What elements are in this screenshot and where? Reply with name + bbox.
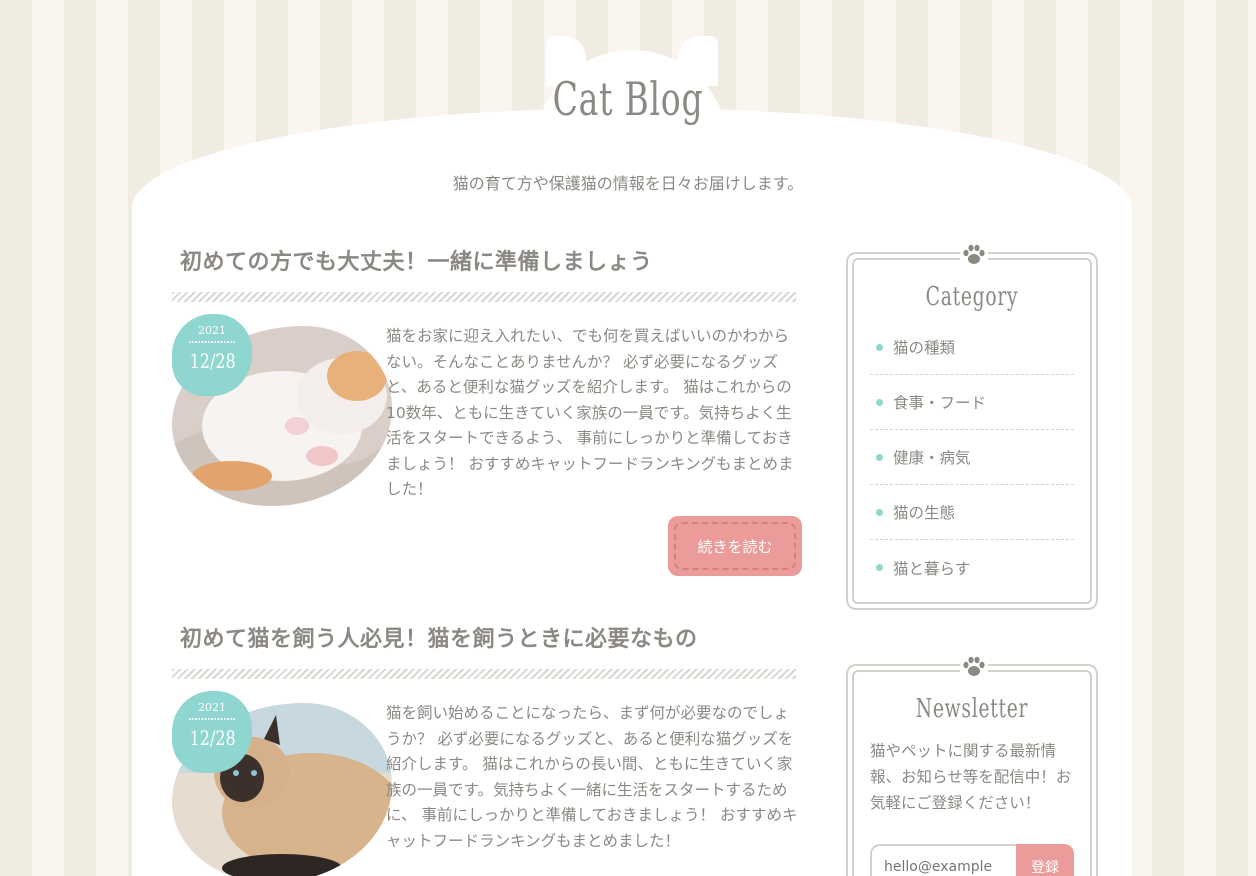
email-field[interactable] <box>870 844 1016 876</box>
category-label: 健康・病気 <box>893 449 971 467</box>
subscribe-button[interactable]: 登録 <box>1016 844 1074 876</box>
title-stripe-divider <box>172 292 796 302</box>
bullet-dot-icon <box>876 398 883 406</box>
bullet-dot-icon <box>876 564 883 571</box>
category-widget: Category 猫の種類 食事・フード 健康・病気 猫の生態 猫と暮らす <box>846 242 1098 610</box>
category-label: 猫の種類 <box>893 339 956 357</box>
newsletter-text: 猫やペットに関する最新情報、お知らせ等を配信中！お気軽にご登録ください！ <box>870 742 1072 812</box>
post-card: 初めて猫を飼う人必見！猫を飼うときに必要なもの 2021 12/28 猫を飼い始… <box>172 621 802 876</box>
read-more-button[interactable]: 続きを読む <box>668 516 802 576</box>
site-title[interactable]: Cat Blog <box>176 72 1080 126</box>
post-excerpt-text: 猫を飼い始めることになったら、まず何が必要なのでしょうか？ 必ず必要になるグッズ… <box>386 704 798 850</box>
category-item[interactable]: 食事・フード <box>870 375 1074 430</box>
bullet-dot-icon <box>876 343 883 351</box>
post-excerpt-text: 猫をお家に迎え入れたい、でも何を買えばいいのかわからない。そんなことありませんか… <box>386 327 794 498</box>
category-label: 猫の生態 <box>893 504 956 522</box>
site-tagline: 猫の育て方や保護猫の情報を日々お届けします。 <box>452 174 804 193</box>
category-title: Category <box>925 282 1019 312</box>
post-title[interactable]: 初めて猫を飼う人必見！猫を飼うときに必要なもの <box>172 621 802 653</box>
newsletter-widget-inner: Newsletter 猫やペットに関する最新情報、お知らせ等を配信中！お気軽にご… <box>852 670 1092 876</box>
category-list: 猫の種類 食事・フード 健康・病気 猫の生態 猫と暮らす <box>870 320 1074 595</box>
post-excerpt: 猫を飼い始めることになったら、まず何が必要なのでしょうか？ 必ず必要になるグッズ… <box>386 701 798 854</box>
post-date-day: 12/28 <box>189 341 236 373</box>
category-item[interactable]: 猫の生態 <box>870 485 1074 540</box>
category-item[interactable]: 猫と暮らす <box>870 540 1074 595</box>
newsletter-widget: Newsletter 猫やペットに関する最新情報、お知らせ等を配信中！お気軽にご… <box>846 654 1098 876</box>
category-label: 猫と暮らす <box>893 559 971 578</box>
newsletter-title: Newsletter <box>915 694 1029 724</box>
title-stripe-divider <box>172 669 796 679</box>
paw-icon <box>960 654 988 678</box>
post-body: 2021 12/28 猫を飼い始めることになったら、まず何が必要なのでしょうか？… <box>172 691 802 876</box>
post-body: 2021 12/28 猫をお家に迎え入れたい、でも何を買えばいいのかわからない。… <box>172 314 802 576</box>
newsletter-form: 登録 <box>870 844 1074 876</box>
category-widget-inner: Category 猫の種類 食事・フード 健康・病気 猫の生態 猫と暮らす <box>852 258 1092 604</box>
post-title[interactable]: 初めての方でも大丈夫！一緒に準備しましょう <box>172 244 802 276</box>
post-date-year: 2021 <box>198 701 226 714</box>
bullet-dot-icon <box>876 508 883 516</box>
category-item[interactable]: 健康・病気 <box>870 430 1074 485</box>
post-date-year: 2021 <box>198 324 226 337</box>
post-excerpt: 猫をお家に迎え入れたい、でも何を買えばいいのかわからない。そんなことありませんか… <box>386 324 798 503</box>
post-date-day: 12/28 <box>189 718 236 750</box>
post-date-badge: 2021 12/28 <box>172 691 252 773</box>
post-date-badge: 2021 12/28 <box>172 314 252 396</box>
category-label: 食事・フード <box>893 394 987 412</box>
paw-icon <box>960 242 988 266</box>
bullet-dot-icon <box>876 453 883 461</box>
read-more-label: 続きを読む <box>674 522 796 570</box>
category-item[interactable]: 猫の種類 <box>870 320 1074 375</box>
post-card: 初めての方でも大丈夫！一緒に準備しましょう 2021 12/28 猫をお家に迎え… <box>172 244 802 576</box>
